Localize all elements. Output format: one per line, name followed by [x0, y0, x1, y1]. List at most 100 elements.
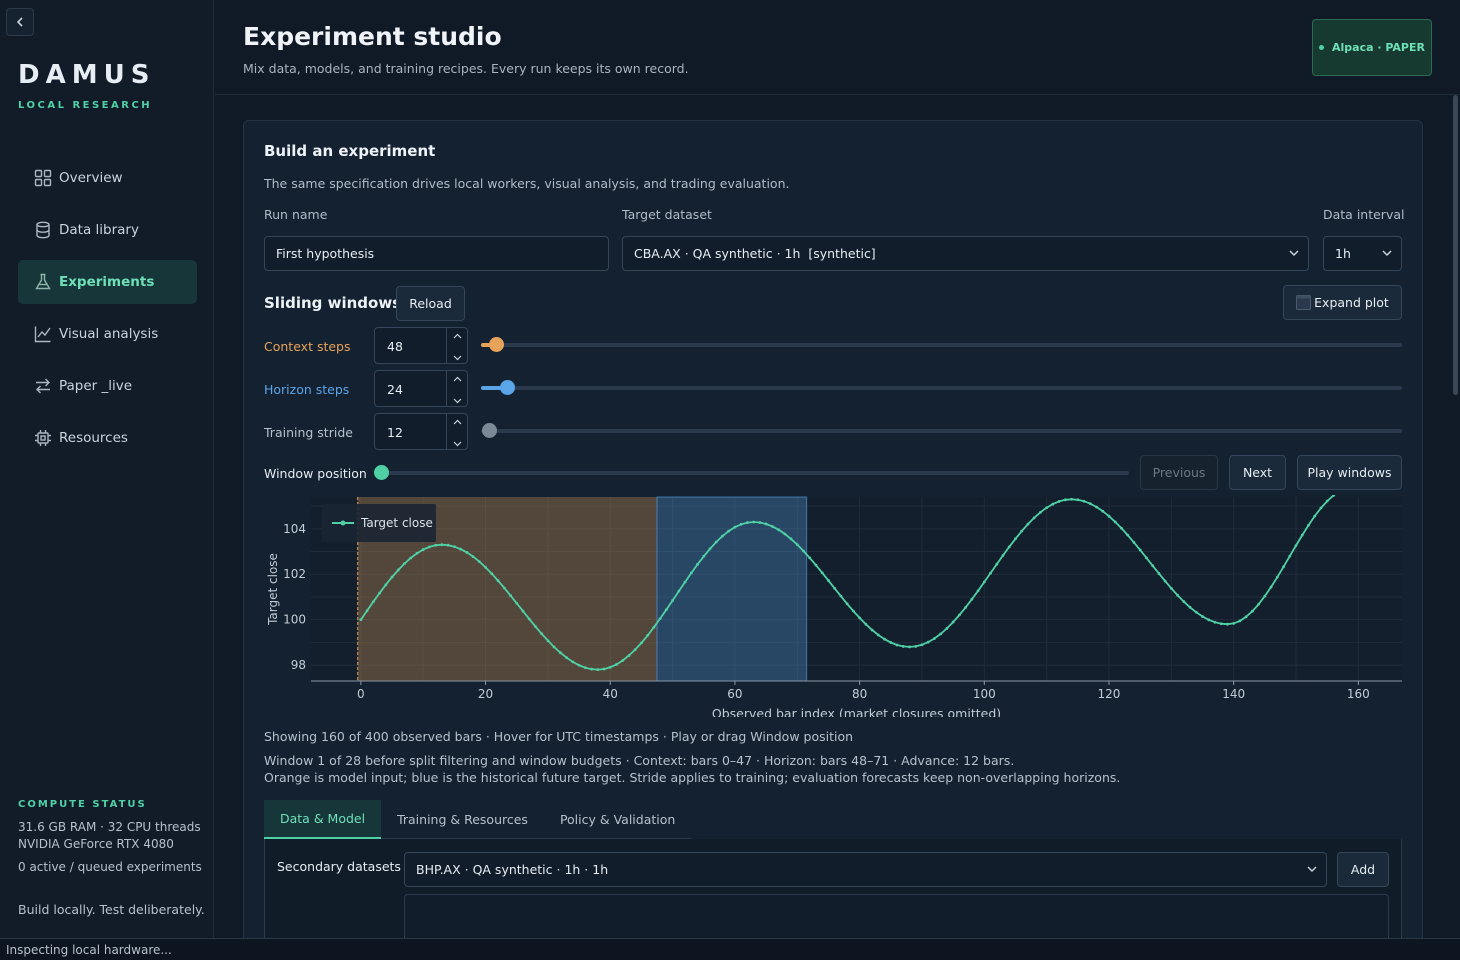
data-interval-select[interactable]: 1h [1323, 236, 1402, 271]
main-scrollbar[interactable] [1451, 95, 1460, 938]
next-window-button[interactable]: Next [1229, 455, 1286, 490]
series-point [1219, 622, 1223, 626]
series-point [1282, 565, 1285, 569]
sidebar-item-resources[interactable]: Resources [18, 416, 197, 460]
chevron-up-icon[interactable] [447, 414, 468, 431]
secondary-dataset-select[interactable]: BHP.AX · QA synthetic · 1h · 1h [404, 852, 1327, 887]
series-point [434, 543, 438, 547]
sidebar-item-overview[interactable]: Overview [18, 156, 197, 200]
compute-memory: 31.6 GB RAM · 32 CPU threads [18, 820, 201, 834]
series-point [1313, 514, 1317, 518]
chevron-down-icon[interactable] [447, 435, 468, 452]
context-steps-track[interactable] [481, 343, 1402, 347]
training-stride-stepper[interactable]: 12 [374, 413, 468, 450]
series-point [658, 617, 662, 621]
run-name-input[interactable]: First hypothesis [264, 236, 609, 271]
sidebar-item-paper-live[interactable]: Paper _live [18, 364, 197, 408]
series-point [1045, 506, 1049, 510]
chevron-down-icon[interactable] [447, 392, 468, 409]
chevron-up-icon[interactable] [447, 328, 468, 345]
series-point [502, 586, 506, 590]
series-point [964, 606, 967, 609]
horizon-steps-track[interactable] [481, 386, 1402, 390]
series-point [558, 651, 562, 655]
sidebar-item-data-library[interactable]: Data library [18, 208, 197, 252]
sidebar-item-visual-analysis[interactable]: Visual analysis [18, 312, 197, 356]
add-secondary-dataset-button[interactable]: Add [1337, 852, 1389, 887]
chevron-down-icon [1307, 866, 1317, 873]
broker-badge[interactable]: Alpaca · PAPER [1312, 19, 1432, 76]
secondary-datasets-label: Secondary datasets [277, 859, 401, 874]
series-point [371, 600, 375, 604]
chevron-up-icon[interactable] [447, 371, 468, 388]
stepper-arrows[interactable] [446, 414, 467, 449]
reload-button[interactable]: Reload [396, 286, 465, 321]
training-stride-track[interactable] [481, 429, 1402, 433]
series-point [1051, 502, 1055, 506]
series-point [627, 654, 631, 657]
series-point [808, 556, 812, 560]
tab-data-model[interactable]: Data & Model [264, 800, 382, 839]
series-point [933, 637, 936, 640]
collapse-sidebar-button[interactable] [6, 8, 34, 36]
context-steps-stepper[interactable]: 48 [374, 327, 468, 364]
series-point [652, 625, 656, 629]
series-point [583, 666, 587, 670]
series-point [534, 625, 537, 628]
scroll-thumb[interactable] [1453, 95, 1458, 395]
context-steps-thumb[interactable] [489, 337, 504, 352]
chevron-down-icon [1289, 250, 1299, 257]
page-subtitle: Mix data, models, and training recipes. … [243, 61, 689, 76]
chevron-down-icon[interactable] [447, 349, 468, 366]
series-point [496, 579, 500, 582]
tab-body-data-model: Secondary datasets BHP.AX · QA synthetic… [264, 839, 1402, 951]
chevron-down-icon [1382, 250, 1392, 257]
sidebar-item-experiments[interactable]: Experiments [18, 260, 197, 304]
sidebar-item-label: Resources [59, 430, 128, 446]
training-stride-thumb[interactable] [482, 423, 497, 438]
window-position-track[interactable] [375, 471, 1129, 475]
series-point [870, 628, 874, 632]
series-point [540, 632, 544, 636]
series-point [664, 608, 668, 612]
chart-svg: 0 20 40 60 80 100 120 140 160 98 100 102 104 Observed… [266, 486, 1402, 721]
tab-training-resources[interactable]: Training & Resources [381, 800, 544, 839]
x-axis-label: Observed bar index (market closures omit… [712, 706, 1001, 717]
sidebar-item-label: Visual analysis [59, 326, 159, 342]
stepper-arrows[interactable] [446, 371, 467, 406]
series-point [851, 609, 855, 613]
series-point [1144, 556, 1148, 560]
play-windows-button[interactable]: Play windows [1297, 455, 1402, 490]
series-point [415, 551, 419, 555]
series-point [384, 583, 388, 587]
series-point [1213, 620, 1217, 624]
series-point [939, 632, 943, 636]
expand-plot-button[interactable]: Expand plot [1283, 285, 1402, 320]
data-interval-label: Data interval [1323, 207, 1405, 222]
series-point [764, 522, 768, 526]
previous-window-button[interactable]: Previous [1140, 455, 1218, 490]
series-point [951, 620, 955, 624]
series-point [1188, 605, 1192, 609]
broker-badge-label: Alpaca · PAPER [1332, 41, 1425, 54]
series-point [1194, 610, 1198, 614]
secondary-dataset-value: BHP.AX · QA synthetic · 1h · 1h [416, 862, 609, 877]
series-point [802, 549, 805, 553]
horizon-steps-thumb[interactable] [500, 380, 515, 395]
series-point [833, 586, 837, 590]
series-point [1070, 497, 1073, 501]
experiment-builder-panel: Build an experiment The same specificati… [243, 120, 1423, 951]
training-stride-value: 12 [387, 425, 403, 440]
horizon-steps-stepper[interactable]: 24 [374, 370, 468, 407]
series-point [1250, 609, 1254, 613]
y-tick-label: 104 [283, 522, 306, 536]
series-point [403, 562, 406, 565]
series-point [1101, 509, 1105, 513]
window-position-thumb[interactable] [374, 465, 389, 480]
builder-title: Build an experiment [264, 142, 436, 160]
series-point [758, 521, 762, 524]
tab-policy-validation[interactable]: Policy & Validation [544, 800, 691, 839]
target-dataset-select[interactable]: CBA.AX · QA synthetic · 1h [synthetic] [622, 236, 1309, 271]
sliding-window-chart[interactable]: 0 20 40 60 80 100 120 140 160 98 100 102 104 Observed… [264, 486, 1404, 721]
stepper-arrows[interactable] [446, 328, 467, 363]
